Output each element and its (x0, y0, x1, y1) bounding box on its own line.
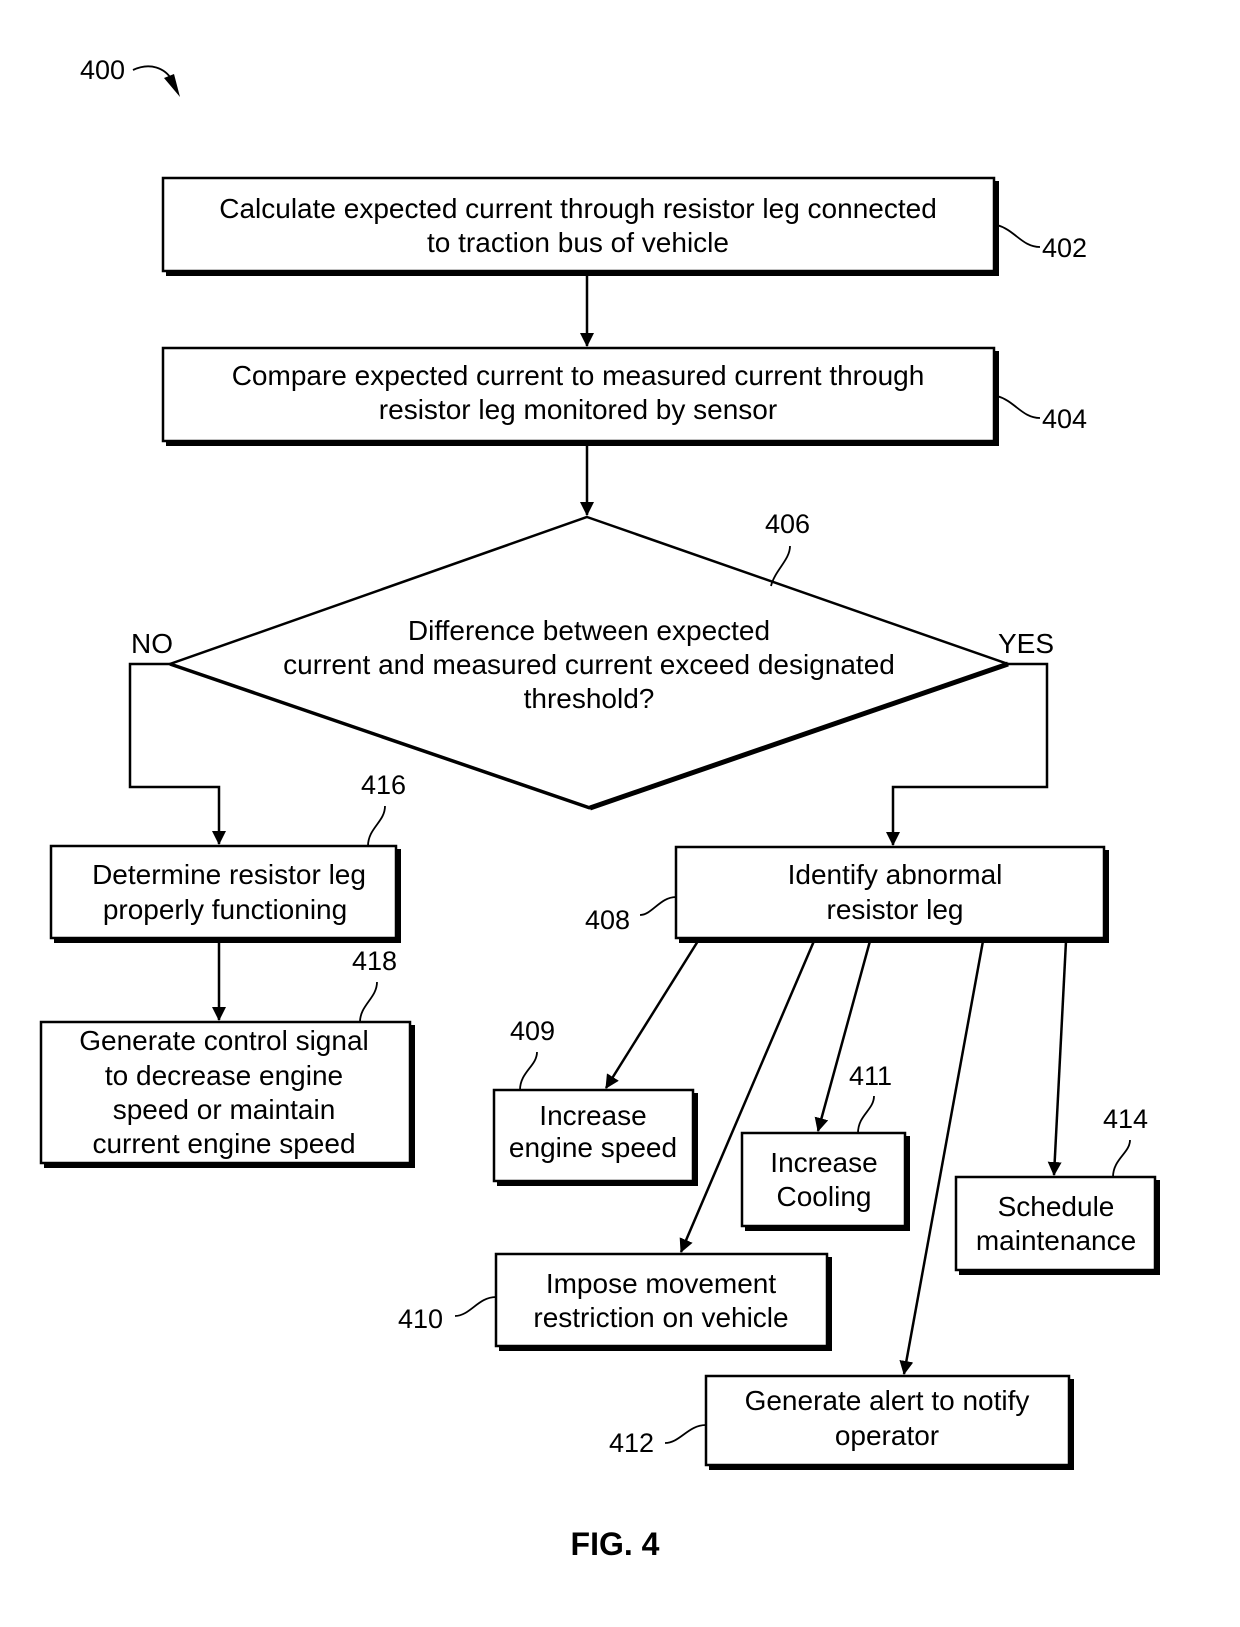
ref-404-leader (996, 395, 1041, 419)
figure-ref-400: 400 (80, 55, 125, 85)
ref-411-label: 411 (849, 1061, 892, 1091)
ref-409-label: 409 (510, 1016, 555, 1046)
ref-410-label: 410 (398, 1304, 443, 1334)
ref-412-label: 412 (609, 1428, 654, 1458)
step-411-line-2: Cooling (777, 1181, 872, 1212)
ref-414-label: 414 (1103, 1104, 1148, 1134)
step-418-line-2: to decrease engine (105, 1060, 343, 1091)
step-404-line-2: resistor leg monitored by sensor (379, 394, 777, 425)
ref-416-leader (367, 805, 386, 847)
step-418-box: Generate control signal to decrease engi… (39, 1020, 415, 1168)
step-409-line-2: engine speed (509, 1132, 677, 1163)
step-411-box: Increase Cooling (740, 1131, 910, 1231)
step-410-line-2: restriction on vehicle (533, 1302, 788, 1333)
arrow-408-to-411 (814, 940, 872, 1132)
ref-418-leader (359, 981, 378, 1023)
ref-418-label: 418 (352, 946, 397, 976)
ref-416-label: 416 (361, 770, 406, 800)
step-411-line-1: Increase (770, 1147, 877, 1178)
ref-406-label: 406 (765, 509, 810, 539)
ref-408-label: 408 (585, 905, 630, 935)
ref-402-leader (996, 224, 1041, 248)
step-412-box: Generate alert to notify operator (704, 1374, 1074, 1470)
decision-406-line-2: current and measured current exceed desi… (283, 649, 895, 680)
decision-406-line-1: Difference between expected (408, 615, 770, 646)
ref-414-leader (1112, 1139, 1131, 1178)
arrow-408-to-414 (1047, 940, 1068, 1176)
step-416-box: Determine resistor leg properly function… (49, 844, 401, 943)
step-404-line-1: Compare expected current to measured cur… (232, 360, 925, 391)
arrow-no-to-416 (128, 662, 226, 845)
step-414-box: Schedule maintenance (954, 1175, 1160, 1275)
step-402-line-1: Calculate expected current through resis… (219, 193, 937, 224)
ref-411-leader (857, 1095, 875, 1134)
step-402-line-2: to traction bus of vehicle (427, 227, 729, 258)
step-409-line-1: Increase (539, 1100, 646, 1131)
step-408-line-2: resistor leg (827, 894, 964, 925)
step-418-line-1: Generate control signal (79, 1025, 369, 1056)
decision-406-diamond: Difference between expected current and … (166, 515, 1012, 811)
step-412-line-1: Generate alert to notify (745, 1385, 1030, 1416)
step-414-line-2: maintenance (976, 1225, 1136, 1256)
step-408-box: Identify abnormal resistor leg (674, 845, 1109, 943)
figure-caption: FIG. 4 (571, 1526, 660, 1562)
step-408-line-1: Identify abnormal (788, 859, 1003, 890)
decision-406-line-3: threshold? (524, 683, 655, 714)
step-410-box: Impose movement restriction on vehicle (494, 1252, 832, 1351)
arrow-408-to-409 (604, 940, 700, 1089)
ref-408-leader (639, 896, 677, 916)
step-409-box: Increase engine speed (492, 1088, 698, 1186)
figure-ref-arrow-icon (164, 74, 180, 97)
yes-branch-label: YES (998, 628, 1054, 659)
step-416-line-1: Determine resistor leg (92, 859, 366, 890)
step-414-line-1: Schedule (998, 1191, 1115, 1222)
ref-406-leader (770, 545, 791, 587)
ref-404-label: 404 (1042, 404, 1087, 434)
arrow-408-to-412 (899, 940, 985, 1375)
flowchart-diagram: 400 Calculate expected current through r… (39, 55, 1160, 1562)
step-412-line-2: operator (835, 1420, 939, 1451)
ref-410-leader (454, 1296, 497, 1317)
step-418-line-4: current engine speed (92, 1128, 355, 1159)
no-branch-label: NO (131, 628, 173, 659)
step-418-line-3: speed or maintain (113, 1094, 336, 1125)
ref-412-leader (664, 1424, 707, 1444)
step-402-box: Calculate expected current through resis… (161, 176, 999, 276)
step-404-box: Compare expected current to measured cur… (161, 346, 999, 446)
ref-409-leader (519, 1051, 538, 1091)
ref-402-label: 402 (1042, 233, 1087, 263)
step-416-line-2: properly functioning (103, 894, 347, 925)
step-410-line-1: Impose movement (546, 1268, 777, 1299)
